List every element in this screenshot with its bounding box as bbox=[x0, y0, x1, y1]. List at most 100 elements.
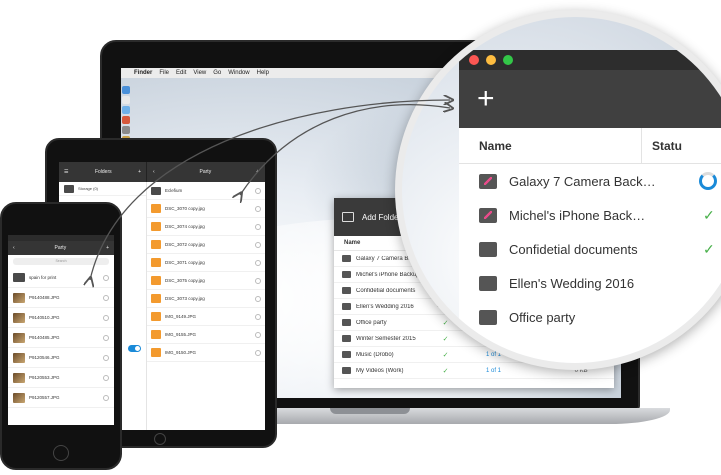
list-item-text: IMG_9150.JPG bbox=[165, 350, 196, 355]
sync-toggle[interactable] bbox=[128, 345, 141, 352]
minimize-button[interactable] bbox=[486, 55, 496, 65]
back-icon[interactable]: ‹ bbox=[13, 245, 15, 251]
menu-icon[interactable]: ☰ bbox=[64, 169, 68, 175]
info-icon[interactable] bbox=[103, 374, 109, 381]
image-icon bbox=[151, 294, 161, 303]
menu-finder[interactable]: Finder bbox=[134, 70, 152, 76]
list-item[interactable]: IMG_9150.JPG bbox=[147, 344, 265, 362]
info-icon[interactable] bbox=[255, 223, 261, 230]
menu-window[interactable]: Window bbox=[228, 70, 249, 76]
info-icon[interactable] bbox=[255, 331, 261, 338]
dock-app-icon[interactable] bbox=[122, 126, 130, 134]
list-item[interactable]: P9140510.JPG bbox=[8, 308, 114, 328]
list-item-text: P9120557.JPG bbox=[29, 395, 60, 400]
list-item[interactable]: P9140488.JPG bbox=[8, 288, 114, 308]
info-icon[interactable] bbox=[103, 394, 109, 401]
folder-icon bbox=[342, 287, 351, 294]
info-icon[interactable] bbox=[255, 259, 261, 266]
list-item[interactable]: DSC_3073 copy.jpg bbox=[147, 290, 265, 308]
list-item[interactable]: P9140485.JPG bbox=[8, 328, 114, 348]
tablet-home-button[interactable] bbox=[154, 433, 166, 445]
tablet-left-title: Folders bbox=[94, 169, 112, 175]
dock-app-icon[interactable] bbox=[122, 116, 130, 124]
info-icon[interactable] bbox=[255, 313, 261, 320]
info-icon[interactable] bbox=[255, 295, 261, 302]
search-input[interactable]: Search bbox=[13, 258, 109, 265]
image-icon bbox=[151, 330, 161, 339]
table-row[interactable]: Galaxy 7 Camera Back… bbox=[459, 164, 721, 198]
add-folder-button[interactable]: Add Folder bbox=[362, 213, 401, 222]
dock-app-icon[interactable] bbox=[122, 96, 130, 104]
status-text: ✓ bbox=[442, 351, 449, 359]
list-item-label: P9140485.JPG bbox=[29, 335, 60, 340]
list-item[interactable]: DSC_3074 copy.jpg bbox=[147, 218, 265, 236]
menu-file[interactable]: File bbox=[159, 70, 169, 76]
zoomed-app-window: + Name Statu Galaxy 7 Camera Back… Michel… bbox=[459, 50, 721, 363]
phone-title: Party bbox=[54, 245, 67, 251]
table-row[interactable]: Ellen's Wedding 2016 bbox=[459, 266, 721, 300]
row-name: Office party bbox=[509, 309, 576, 325]
table-row[interactable]: Office party bbox=[459, 300, 721, 334]
table-row[interactable]: Michel's iPhone Back… ✓ bbox=[459, 198, 721, 232]
image-icon bbox=[151, 240, 161, 249]
info-icon[interactable] bbox=[255, 187, 261, 194]
list-item[interactable]: P9120546.JPG bbox=[8, 348, 114, 368]
info-icon[interactable] bbox=[255, 277, 261, 284]
list-item[interactable]: P9120557.JPG bbox=[8, 388, 114, 408]
info-icon[interactable] bbox=[103, 354, 109, 361]
list-item[interactable]: DSC_3075 copy.jpg bbox=[147, 272, 265, 290]
list-item-label: P9120553.JPG bbox=[29, 375, 60, 380]
zoomed-folder-list: Galaxy 7 Camera Back… Michel's iPhone Bac… bbox=[459, 164, 721, 334]
folder-icon bbox=[13, 273, 25, 282]
info-icon[interactable] bbox=[103, 274, 109, 281]
list-item-text: spain for print bbox=[29, 275, 56, 280]
menu-help[interactable]: Help bbox=[257, 70, 269, 76]
back-icon[interactable]: ‹ bbox=[153, 169, 155, 175]
list-item-label: IMG_9150.JPG bbox=[165, 350, 197, 355]
list-item-label: P9140510.JPG bbox=[29, 315, 60, 320]
list-item[interactable]: DSC_3070 copy.jpg bbox=[147, 200, 265, 218]
list-item[interactable]: spain for print bbox=[8, 268, 114, 288]
info-icon[interactable] bbox=[103, 314, 109, 321]
list-item[interactable]: Eclefium bbox=[147, 182, 265, 200]
row-name: My Videos (Work) bbox=[356, 367, 404, 374]
add-folder-button[interactable]: + bbox=[477, 84, 495, 114]
phone-home-button[interactable] bbox=[53, 445, 69, 461]
info-icon[interactable] bbox=[103, 334, 109, 341]
row-name: Galaxy 7 Camera Back… bbox=[509, 173, 656, 189]
list-item[interactable]: Storage (0) bbox=[59, 182, 146, 196]
menu-edit[interactable]: Edit bbox=[176, 70, 186, 76]
list-item[interactable]: DSC_3071 copy.jpg bbox=[147, 254, 265, 272]
folder-icon bbox=[64, 184, 74, 193]
photo-thumbnail bbox=[13, 352, 25, 363]
close-button[interactable] bbox=[469, 55, 479, 65]
column-name[interactable]: Name bbox=[344, 240, 360, 246]
menu-view[interactable]: View bbox=[193, 70, 206, 76]
list-item[interactable]: IMG_9149.JPG bbox=[147, 308, 265, 326]
list-item[interactable]: P9120553.JPG bbox=[8, 368, 114, 388]
info-icon[interactable] bbox=[103, 294, 109, 301]
add-icon[interactable]: + bbox=[256, 169, 259, 175]
zoomed-toolbar: + bbox=[459, 70, 721, 128]
zoom-button[interactable] bbox=[503, 55, 513, 65]
zoomed-column-header: Name Statu bbox=[459, 128, 721, 164]
column-status[interactable]: Statu bbox=[641, 128, 682, 163]
info-icon[interactable] bbox=[255, 205, 261, 212]
info-icon[interactable] bbox=[255, 241, 261, 248]
image-icon bbox=[151, 276, 161, 285]
list-item[interactable]: DSC_3072 copy.jpg bbox=[147, 236, 265, 254]
table-row[interactable]: Confidetial documents ✓ bbox=[459, 232, 721, 266]
menu-go[interactable]: Go bbox=[213, 70, 221, 76]
list-item[interactable]: IMG_9155.JPG bbox=[147, 326, 265, 344]
column-name[interactable]: Name bbox=[459, 139, 641, 153]
add-icon[interactable]: + bbox=[138, 169, 141, 175]
image-icon bbox=[151, 222, 161, 231]
dock-app-icon[interactable] bbox=[122, 106, 130, 114]
dock-app-icon[interactable] bbox=[122, 86, 130, 94]
list-item-text: P9120546.JPG bbox=[29, 355, 60, 360]
add-folder-icon[interactable] bbox=[342, 212, 354, 222]
add-icon[interactable]: + bbox=[106, 245, 109, 251]
photo-thumbnail bbox=[13, 372, 25, 383]
info-icon[interactable] bbox=[255, 349, 261, 356]
tablet-topbar: ☰ Folders + ‹ Party + bbox=[59, 162, 265, 182]
